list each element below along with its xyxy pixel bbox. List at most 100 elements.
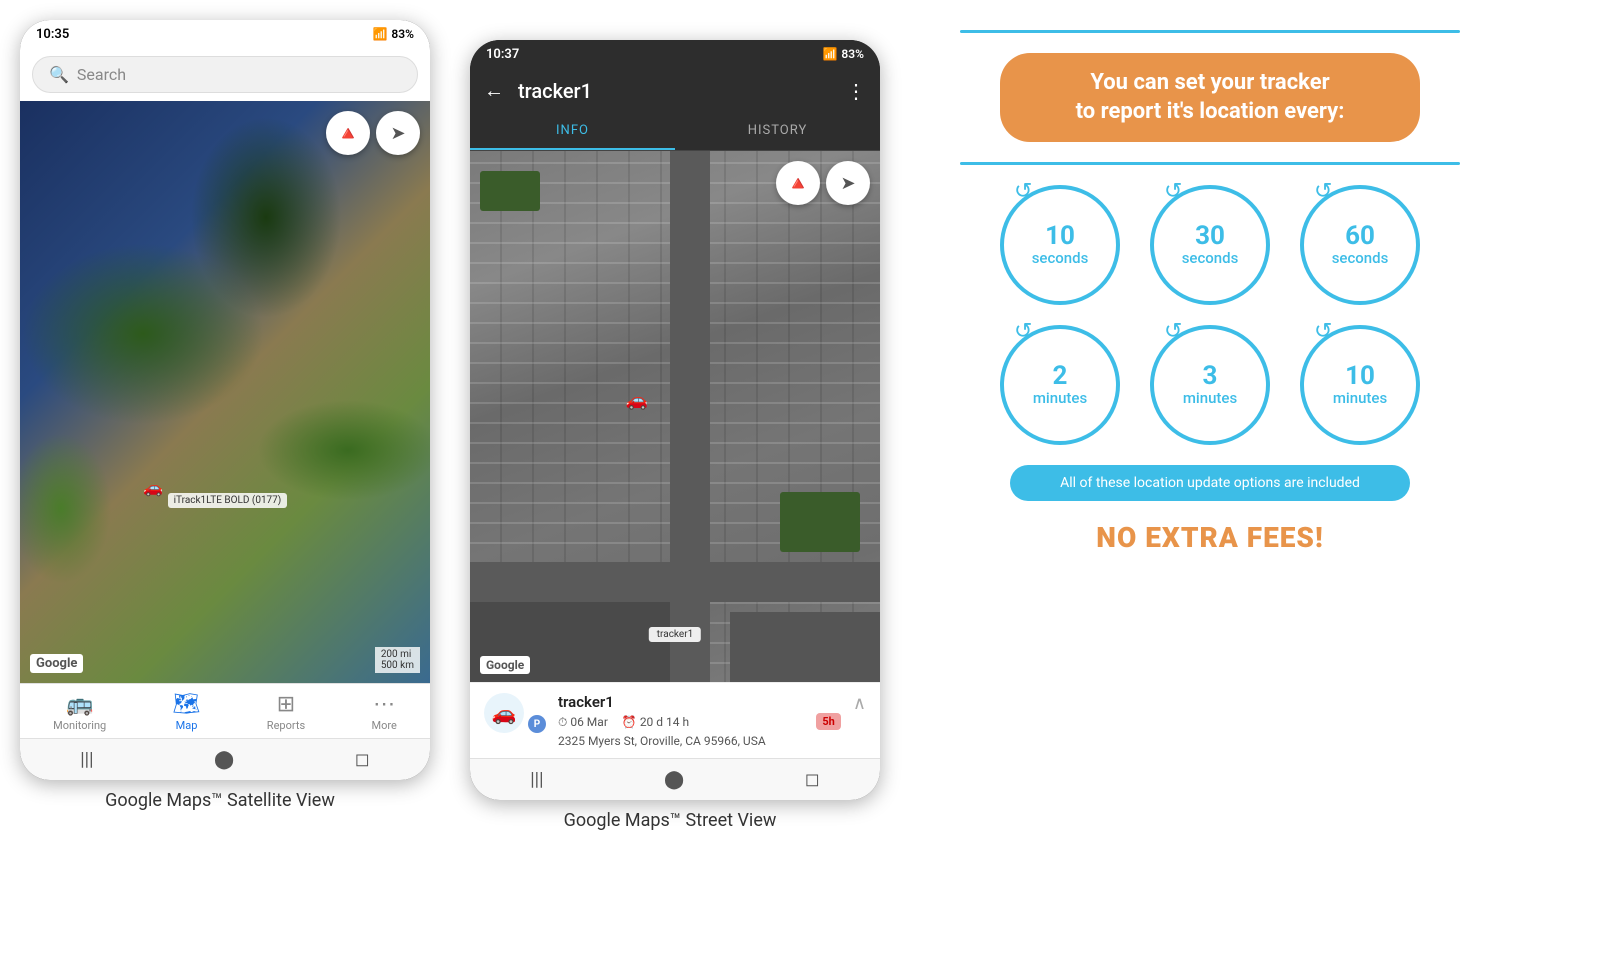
number-60sec: 60 — [1345, 223, 1375, 249]
aerial-building-2 — [730, 612, 880, 682]
left-status-right: 📶 83% — [372, 27, 414, 41]
arrow-2min: ↺ — [1014, 319, 1032, 344]
tracker-info-main: tracker1 ⏱ 06 Mar ⏰ 20 d 14 h 2325 Myers… — [558, 693, 804, 748]
p-badge: P — [528, 715, 546, 733]
scroll-arrow[interactable]: ∧ — [853, 693, 866, 714]
left-compass-button[interactable]: 🔺 — [326, 111, 370, 155]
monitoring-icon: 🚌 — [66, 692, 93, 717]
location-icon-right: ➤ — [840, 173, 855, 194]
right-status-bar: 10:37 📶 83% — [470, 40, 880, 68]
info-panel: You can set your trackerto report it's l… — [900, 0, 1520, 584]
right-phone: 10:37 📶 83% ← tracker1 ⋮ INFO HISTORY — [470, 40, 880, 800]
unit-10sec: seconds — [1032, 249, 1089, 267]
right-compass-button[interactable]: 🔺 — [776, 161, 820, 205]
android-recent-btn[interactable]: ◻ — [355, 749, 370, 770]
right-android-home-btn[interactable]: ⬤ — [664, 769, 684, 790]
promo-header-text: You can set your trackerto report it's l… — [1076, 70, 1345, 124]
back-button[interactable]: ← — [484, 78, 504, 103]
arrow-30sec: ↺ — [1164, 179, 1182, 204]
right-battery: 83% — [841, 47, 864, 61]
number-2min: 2 — [1053, 363, 1068, 389]
nav-item-reports[interactable]: ⊞ Reports — [267, 692, 305, 732]
interval-10min: ↺ 10 minutes — [1300, 325, 1420, 445]
arrow-10min: ↺ — [1314, 319, 1332, 344]
interval-30sec: ↺ 30 seconds — [1150, 185, 1270, 305]
aerial-green-2 — [480, 171, 540, 211]
right-location-button[interactable]: ➤ — [826, 161, 870, 205]
aerial-green-1 — [780, 492, 860, 552]
compass-icon-right: 🔺 — [786, 171, 811, 195]
unit-60sec: seconds — [1332, 249, 1389, 267]
menu-button[interactable]: ⋮ — [846, 79, 866, 103]
right-android-nav: ||| ⬤ ◻ — [470, 758, 880, 800]
right-map-area[interactable]: 🚗 tracker1 🔺 ➤ Google — [470, 151, 880, 682]
nav-item-more[interactable]: ⋯ More — [371, 692, 396, 732]
search-icon: 🔍 — [49, 65, 69, 84]
tracker-tabs: INFO HISTORY — [470, 113, 880, 151]
right-android-back-btn[interactable]: ||| — [530, 769, 543, 790]
left-time: 10:35 — [36, 27, 69, 42]
bottom-info-text: All of these location update options are… — [1060, 475, 1360, 491]
reports-label: Reports — [267, 719, 305, 732]
left-map-area[interactable]: 🚗 iTrack1LTE BOLD (0177) 🔺 ➤ Google 200 … — [20, 101, 430, 683]
left-signal-icon: 📶 — [372, 27, 387, 41]
unit-30sec: seconds — [1182, 249, 1239, 267]
tab-history[interactable]: HISTORY — [675, 113, 880, 150]
tracker-title: tracker1 — [518, 79, 832, 103]
arrow-3min: ↺ — [1164, 319, 1182, 344]
right-time: 10:37 — [486, 47, 519, 62]
left-battery: 83% — [391, 27, 414, 41]
car-marker-left: 🚗 — [143, 478, 163, 497]
location-icon-left: ➤ — [390, 123, 405, 144]
number-10min: 10 — [1345, 363, 1375, 389]
right-phone-caption: Google Maps™ Street View — [564, 810, 777, 831]
left-phone-caption: Google Maps™ Satellite View — [105, 790, 335, 811]
left-google-logo: Google — [30, 654, 83, 673]
interval-60sec: ↺ 60 seconds — [1300, 185, 1420, 305]
tracker-info-name: tracker1 — [558, 693, 804, 711]
teal-line-mid — [960, 162, 1460, 165]
tracker-header: ← tracker1 ⋮ — [470, 68, 880, 113]
intervals-row-2: ↺ 2 minutes ↺ 3 minutes ↺ 10 minutes — [1000, 325, 1420, 445]
search-input-box[interactable]: 🔍 Search — [32, 56, 418, 93]
tab-info[interactable]: INFO — [470, 113, 675, 150]
aerial-road-v — [670, 151, 710, 682]
time-badge: 5h — [816, 713, 840, 730]
nav-item-monitoring[interactable]: 🚌 Monitoring — [53, 692, 106, 732]
reports-icon: ⊞ — [277, 692, 295, 717]
compass-icon-left: 🔺 — [336, 121, 361, 145]
number-3min: 3 — [1203, 363, 1218, 389]
arrow-60sec: ↺ — [1314, 179, 1332, 204]
left-phone: 10:35 📶 83% 🔍 Search 🚗 iTrack1LTE BOLD (… — [20, 20, 430, 780]
more-icon: ⋯ — [373, 692, 395, 717]
left-search-bar[interactable]: 🔍 Search — [20, 48, 430, 101]
interval-3min: ↺ 3 minutes — [1150, 325, 1270, 445]
left-location-button[interactable]: ➤ — [376, 111, 420, 155]
search-placeholder: Search — [77, 65, 126, 84]
satellite-background: 🚗 iTrack1LTE BOLD (0177) 🔺 ➤ Google 200 … — [20, 101, 430, 683]
bottom-info-bar: All of these location update options are… — [1010, 465, 1410, 501]
android-back-btn[interactable]: ||| — [80, 749, 93, 770]
tracker-label-left: iTrack1LTE BOLD (0177) — [168, 493, 288, 508]
left-map-scale: 200 mi500 km — [375, 647, 420, 673]
right-signal-icon: 📶 — [822, 47, 837, 61]
no-extra-fees: NO EXTRA FEES! — [1096, 521, 1323, 554]
unit-2min: minutes — [1033, 389, 1087, 407]
number-10sec: 10 — [1045, 223, 1075, 249]
left-android-nav: ||| ⬤ ◻ — [20, 738, 430, 780]
tracker-info-addr: 2325 Myers St, Oroville, CA 95966, USA — [558, 734, 804, 748]
arrow-10sec: ↺ — [1014, 179, 1032, 204]
map-icon: 🗺 — [173, 692, 201, 717]
tracker-duration: ⏰ 20 d 14 h — [622, 715, 689, 730]
nav-item-map[interactable]: 🗺 Map — [173, 692, 201, 732]
car-marker-right: 🚗 — [626, 390, 648, 411]
interval-10sec: ↺ 10 seconds — [1000, 185, 1120, 305]
android-home-btn[interactable]: ⬤ — [214, 749, 234, 770]
tracker-icon-box: 🚗 P — [484, 693, 546, 733]
right-google-logo: Google — [480, 656, 530, 674]
right-android-recent-btn[interactable]: ◻ — [805, 769, 820, 790]
right-phone-container: 10:37 📶 83% ← tracker1 ⋮ INFO HISTORY — [450, 20, 890, 831]
right-status-right: 📶 83% — [822, 47, 864, 61]
monitoring-label: Monitoring — [53, 719, 106, 732]
aerial-background: 🚗 tracker1 🔺 ➤ Google — [470, 151, 880, 682]
